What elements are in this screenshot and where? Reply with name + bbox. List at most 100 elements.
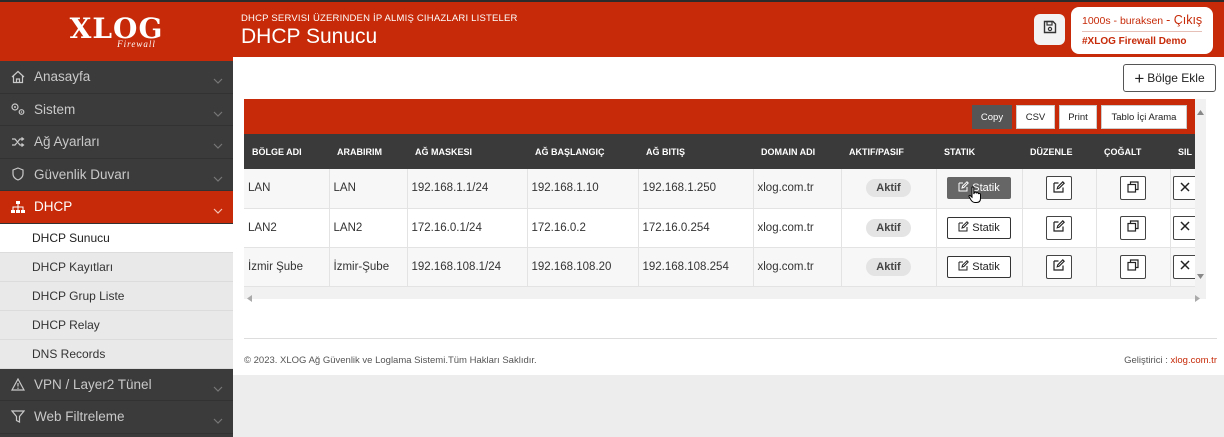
- edit-button[interactable]: [1046, 254, 1072, 279]
- col-header-ag-bitis[interactable]: AĞ BITIŞ: [638, 134, 753, 169]
- col-header-domain-adi[interactable]: DOMAIN ADI: [753, 134, 841, 169]
- chevron-down-icon: [213, 170, 223, 185]
- statik-label: Statik: [972, 260, 1000, 273]
- sidebar-item-label: Sistem: [34, 101, 76, 117]
- sidebar-subitem-dhcp-relay[interactable]: DHCP Relay: [0, 310, 233, 340]
- delete-button[interactable]: [1173, 215, 1197, 240]
- statik-label: Statik: [972, 221, 1000, 234]
- cell-end: 172.16.0.254: [638, 208, 754, 248]
- close-icon: [1180, 182, 1190, 195]
- plus-icon: +: [1134, 68, 1145, 88]
- cell-end: 192.168.1.250: [638, 169, 754, 209]
- duplicate-button[interactable]: [1120, 254, 1146, 279]
- table-row: İzmir Şube İzmir-Şube 192.168.108.1/24 1…: [244, 247, 1201, 287]
- sidebar-subitem-dns-records[interactable]: DNS Records: [0, 339, 233, 369]
- duplicate-button[interactable]: [1120, 215, 1146, 240]
- col-header-bolge-adi[interactable]: BÖLGE ADI: [244, 134, 329, 169]
- logo-subtitle: Firewall: [117, 38, 156, 49]
- sidebar-item-guvenlik-duvari[interactable]: Güvenlik Duvarı: [0, 158, 233, 191]
- table-search-button[interactable]: Tablo İçi Arama: [1101, 105, 1187, 129]
- cell-region: LAN: [244, 169, 330, 209]
- col-header-ag-maskesi[interactable]: AĞ MASKESI: [407, 134, 527, 169]
- scroll-left-icon[interactable]: [247, 289, 252, 307]
- gears-icon: [10, 101, 26, 117]
- sidebar-item-label: Ağ Ayarları: [34, 134, 100, 150]
- statik-button[interactable]: Statik: [947, 255, 1011, 278]
- sidebar-item-ag-ayarlari[interactable]: Ağ Ayarları: [0, 126, 233, 159]
- sidebar-item-label: Güvenlik Duvarı: [34, 166, 131, 182]
- cell-statik: Statik: [936, 247, 1023, 287]
- col-header-statik[interactable]: STATIK: [936, 134, 1022, 169]
- status-badge[interactable]: Aktif: [866, 257, 911, 276]
- footer-divider: [244, 338, 1217, 339]
- statik-button[interactable]: Statik: [947, 216, 1011, 239]
- close-icon: [1180, 221, 1190, 234]
- save-button[interactable]: [1034, 14, 1065, 45]
- developer-label: Geliştirici :: [1124, 355, 1168, 366]
- sidebar-item-web-filtreleme[interactable]: Web Filtreleme: [0, 401, 233, 434]
- copy-icon: [1127, 259, 1139, 274]
- sidebar-item-label: Web Filtreleme: [34, 409, 125, 425]
- vertical-scrollbar[interactable]: [1195, 99, 1206, 287]
- sidebar-subitem-dhcp-kayitlari[interactable]: DHCP Kayıtları: [0, 252, 233, 282]
- cell-start: 192.168.1.10: [527, 169, 639, 209]
- cell-domain: xlog.com.tr: [753, 247, 842, 287]
- cell-domain: xlog.com.tr: [753, 169, 842, 209]
- sidebar-subitem-dhcp-sunucu[interactable]: DHCP Sunucu: [0, 223, 233, 253]
- col-header-ag-baslangic[interactable]: AĞ BAŞLANGIÇ: [527, 134, 638, 169]
- copy-icon: [1127, 220, 1139, 235]
- add-region-button[interactable]: + Bölge Ekle: [1123, 64, 1216, 92]
- edit-icon: [1053, 180, 1065, 196]
- developer-link[interactable]: xlog.com.tr: [1171, 355, 1217, 366]
- duplicate-button[interactable]: [1120, 176, 1146, 201]
- sidebar-item-vpn[interactable]: VPN / Layer2 Tünel: [0, 368, 233, 401]
- edit-button[interactable]: [1046, 176, 1072, 201]
- main-content: + Bölge Ekle Copy CSV Print Tablo İçi Ar…: [233, 57, 1224, 375]
- col-header-arabirim[interactable]: ARABIRIM: [329, 134, 407, 169]
- sitemap-icon: [10, 199, 26, 215]
- add-region-label: Bölge Ekle: [1147, 71, 1205, 85]
- logout-link[interactable]: - Çıkış: [1166, 13, 1202, 27]
- cell-mask: 192.168.108.1/24: [407, 247, 528, 287]
- col-header-duzenle[interactable]: DÜZENLE: [1022, 134, 1096, 169]
- user-name: 1000s - buraksen: [1082, 15, 1164, 27]
- cell-mask: 192.168.1.1/24: [407, 169, 528, 209]
- delete-button[interactable]: [1173, 254, 1197, 279]
- dhcp-table: BÖLGE ADI ARABIRIM AĞ MASKESI AĞ BAŞLANG…: [244, 134, 1201, 287]
- sidebar-subitem-dhcp-grup-liste[interactable]: DHCP Grup Liste: [0, 281, 233, 311]
- cell-start: 192.168.108.20: [527, 247, 639, 287]
- home-icon: [10, 69, 26, 85]
- cell-start: 172.16.0.2: [527, 208, 639, 248]
- print-button[interactable]: Print: [1059, 105, 1097, 129]
- xlog-logo: XLOG Firewall: [70, 14, 164, 49]
- csv-button[interactable]: CSV: [1016, 105, 1055, 129]
- horizontal-scrollbar[interactable]: [244, 287, 1206, 302]
- chevron-down-icon: [213, 380, 223, 395]
- sidebar-item-label: Anasayfa: [34, 69, 91, 85]
- sidebar-item-dhcp[interactable]: DHCP: [0, 191, 233, 224]
- cell-region: İzmir Şube: [244, 247, 330, 287]
- edit-button[interactable]: [1046, 215, 1072, 240]
- footer-developer: Geliştirici : xlog.com.tr: [1124, 355, 1217, 366]
- cell-status: Aktif: [841, 208, 937, 248]
- top-header: DHCP SERVISI ÜZERINDEN İP ALMIŞ CIHAZLAR…: [233, 0, 1224, 57]
- user-panel: 1000s - buraksen - Çıkış #XLOG Firewall …: [1071, 7, 1213, 54]
- scroll-right-icon[interactable]: [1195, 289, 1200, 307]
- edit-icon: [1053, 220, 1065, 235]
- cell-end: 192.168.108.254: [638, 247, 754, 287]
- scroll-down-icon[interactable]: [1197, 266, 1204, 284]
- table-row: LAN2 LAN2 172.16.0.1/24 172.16.0.2 172.1…: [244, 208, 1201, 248]
- sidebar-item-anasayfa[interactable]: Anasayfa: [0, 61, 233, 94]
- delete-button[interactable]: [1173, 176, 1197, 201]
- sidebar-item-sistem[interactable]: Sistem: [0, 93, 233, 126]
- status-badge[interactable]: Aktif: [866, 218, 911, 237]
- copy-button[interactable]: Copy: [972, 105, 1012, 129]
- col-header-aktif-pasif[interactable]: AKTIF/PASIF: [841, 134, 936, 169]
- cell-interface: İzmir-Şube: [329, 247, 408, 287]
- status-badge[interactable]: Aktif: [866, 179, 911, 198]
- logo-area[interactable]: XLOG Firewall: [0, 0, 233, 61]
- sidebar-item-label: VPN / Layer2 Tünel: [34, 376, 152, 392]
- cell-duplicate: [1096, 169, 1171, 209]
- scroll-up-icon[interactable]: [1197, 102, 1204, 120]
- col-header-cogalt[interactable]: ÇOĞALT: [1096, 134, 1170, 169]
